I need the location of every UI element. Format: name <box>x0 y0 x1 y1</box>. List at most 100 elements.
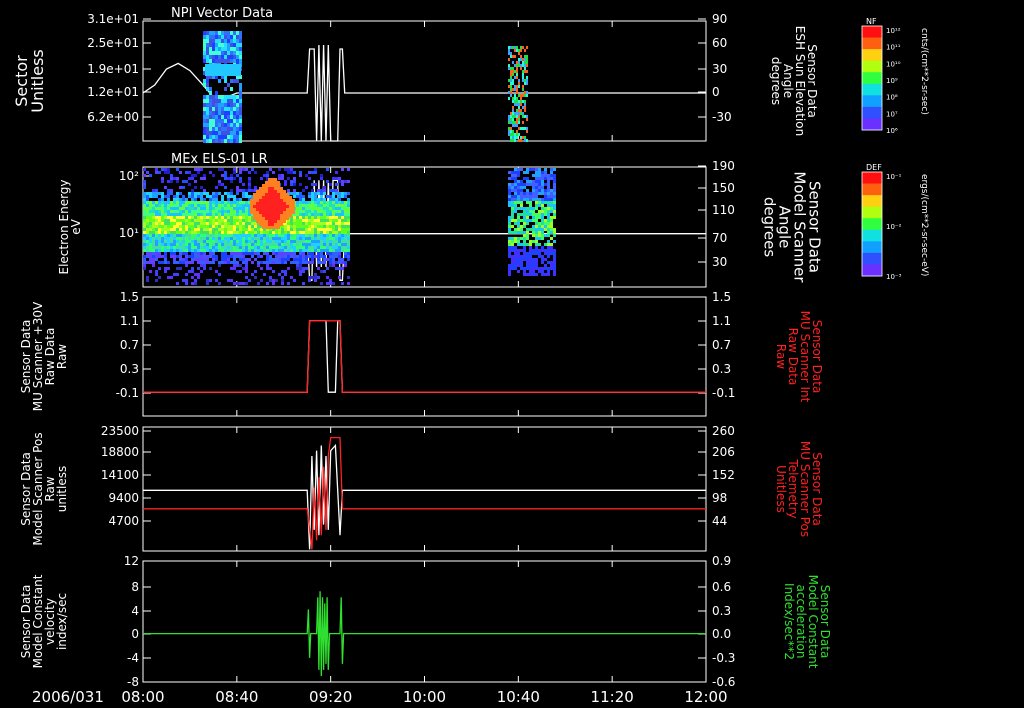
spectrogram-cell <box>212 213 215 216</box>
spectrogram-cell <box>274 190 277 193</box>
spectrogram-cell <box>230 240 233 243</box>
spectrogram-cell <box>553 210 556 213</box>
spectrogram-cell <box>182 240 185 243</box>
spectrogram-cell <box>215 39 218 43</box>
spectrogram-cell <box>227 135 230 139</box>
spectrogram-cell <box>287 189 290 192</box>
spectrogram-cell <box>314 201 317 204</box>
spectrogram-cell <box>523 195 526 198</box>
spectrogram-cell <box>211 64 214 67</box>
spectrogram-cell <box>517 222 520 225</box>
y-tick-label-right: 44 <box>712 514 727 528</box>
spectrogram-cell <box>329 234 332 237</box>
spectrogram-cell <box>308 246 311 249</box>
spectrogram-cell <box>146 240 149 243</box>
spectrogram-cell <box>544 174 547 177</box>
spectrogram-cell <box>155 255 158 258</box>
spectrogram-cell <box>302 210 305 213</box>
colorbar-segment <box>862 195 882 208</box>
spectrogram-cell <box>221 219 224 222</box>
colorbar-segment <box>862 229 882 242</box>
spectrogram-cell <box>323 246 326 249</box>
spectrogram-cell <box>292 208 295 211</box>
spectrogram-cell <box>266 252 269 255</box>
spectrogram-cell <box>209 246 212 249</box>
spectrogram-cell <box>239 131 242 135</box>
spectrogram-cell <box>209 279 212 282</box>
spectrogram-cell <box>242 192 245 195</box>
spectrogram-cell <box>245 168 248 171</box>
spectrogram-cell <box>281 270 284 273</box>
spectrogram-cell <box>242 234 245 237</box>
spectrogram-cell <box>302 246 305 249</box>
spectrogram-cell <box>218 107 221 111</box>
spectrogram-cell <box>526 115 528 118</box>
spectrogram-cell <box>541 234 544 237</box>
spectrogram-cell <box>155 207 158 210</box>
spectrogram-cell <box>152 264 155 267</box>
spectrogram-cell <box>311 213 314 216</box>
spectrogram-cell <box>332 228 335 231</box>
spectrogram-cell <box>538 201 541 204</box>
spectrogram-cell <box>167 207 170 210</box>
spectrogram-cell <box>508 222 511 225</box>
spectrogram-cell <box>287 225 290 228</box>
spectrogram-cell <box>302 201 305 204</box>
spectrogram-cell <box>146 276 149 279</box>
spectrogram-cell <box>526 180 529 183</box>
spectrogram-cell <box>514 267 517 270</box>
spectrogram-cell <box>179 255 182 258</box>
spectrogram-cell <box>167 204 170 207</box>
spectrogram-cell <box>517 171 520 174</box>
spectrogram-cell <box>317 228 320 231</box>
spectrogram-cell <box>547 219 550 222</box>
spectrogram-cell <box>278 255 281 258</box>
spectrogram-cell <box>308 201 311 204</box>
spectrogram-cell <box>208 70 211 73</box>
spectrogram-cell <box>215 210 218 213</box>
spectrogram-cell <box>224 219 227 222</box>
spectrogram-cell <box>524 70 526 73</box>
spectrogram-cell <box>299 171 302 174</box>
spectrogram-cell <box>338 207 341 210</box>
spectrogram-cell <box>308 234 311 237</box>
spectrogram-cell <box>230 139 233 143</box>
y-axis-label-right: Sensor DataModel ConstantaccelerationInd… <box>782 575 832 669</box>
spectrogram-cell <box>268 226 271 229</box>
spectrogram-cell <box>233 225 236 228</box>
spectrogram-cell <box>206 99 209 103</box>
spectrogram-cell <box>514 112 516 115</box>
spectrogram-cell <box>245 249 248 252</box>
spectrogram-cell <box>179 234 182 237</box>
spectrogram-cell <box>179 216 182 219</box>
spectrogram-cell <box>182 234 185 237</box>
spectrogram-cell <box>514 198 517 201</box>
spectrogram-cell <box>245 240 248 243</box>
spectrogram-cell <box>329 219 332 222</box>
spectrogram-cell <box>224 186 227 189</box>
spectrogram-cell <box>161 240 164 243</box>
spectrogram-cell <box>286 211 289 214</box>
spectrogram-cell <box>173 249 176 252</box>
spectrogram-cell <box>284 237 287 240</box>
spectrogram-cell <box>518 139 520 142</box>
spectrogram-cell <box>508 189 511 192</box>
spectrogram-cell <box>233 103 236 107</box>
spectrogram-cell <box>523 213 526 216</box>
spectrogram-cell <box>224 51 227 55</box>
spectrogram-cell <box>215 47 218 51</box>
spectrogram-cell <box>161 237 164 240</box>
spectrogram-cell <box>287 171 290 174</box>
spectrogram-cell <box>516 67 518 70</box>
spectrogram-cell <box>544 192 547 195</box>
spectrogram-cell <box>280 193 283 196</box>
spectrogram-cell <box>514 210 517 213</box>
spectrogram-cell <box>266 282 269 285</box>
spectrogram-cell <box>179 222 182 225</box>
spectrogram-cell <box>326 213 329 216</box>
spectrogram-cell <box>182 204 185 207</box>
spectrogram-cell <box>508 133 510 136</box>
spectrogram-cell <box>176 204 179 207</box>
spectrogram-cell <box>194 255 197 258</box>
spectrogram-cell <box>338 228 341 231</box>
